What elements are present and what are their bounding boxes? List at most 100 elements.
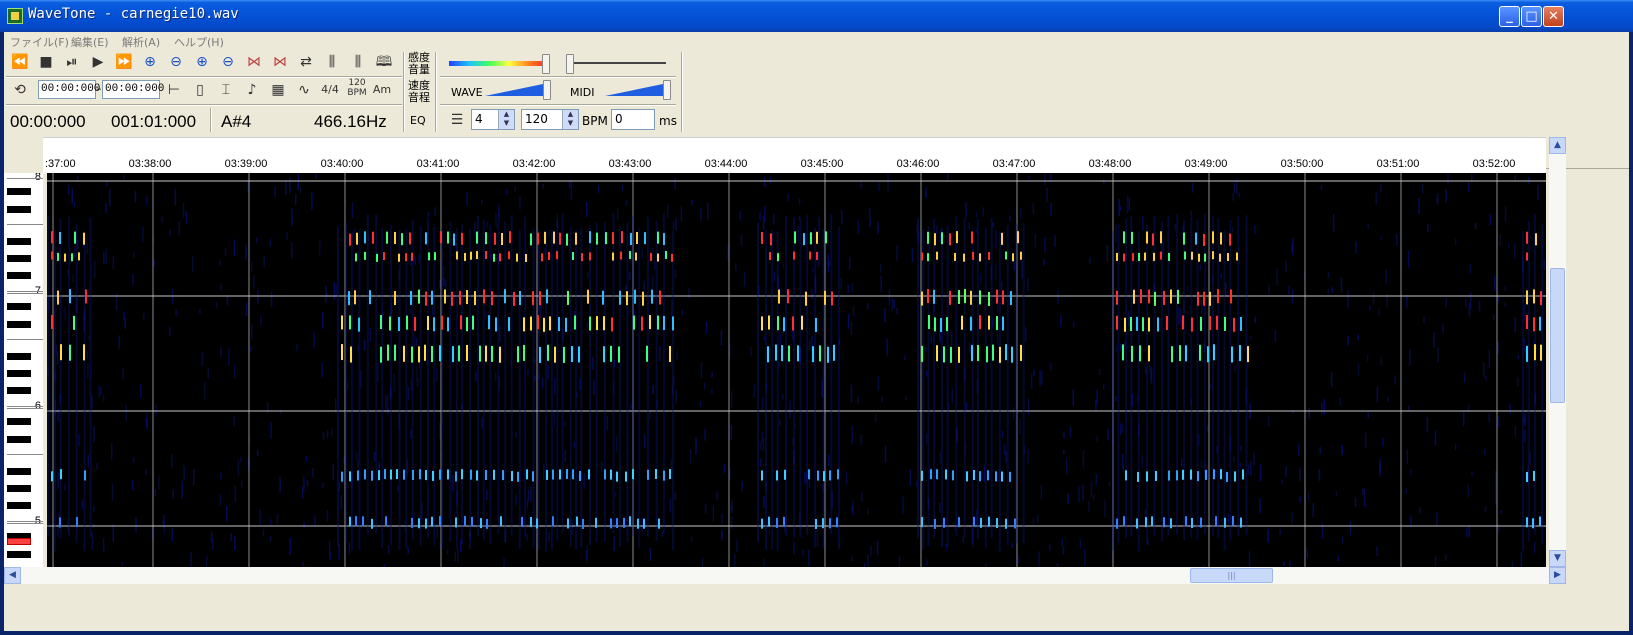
menu-bar: ファイル(F) 編集(E) 解析(A) ヘルプ(H) [4,32,1629,50]
time-tick-label: 03:45:00 [800,158,844,170]
pause-icon[interactable]: ⏯ [62,52,82,72]
app-icon[interactable] [7,8,23,24]
black-key[interactable] [7,485,31,492]
sensitivity-slider[interactable] [542,54,550,74]
scroll-right-button[interactable]: ▶ [1549,567,1566,584]
wave-label: WAVE [451,86,483,99]
scroll-up-button[interactable]: ▲ [1549,137,1566,154]
black-key[interactable] [7,353,31,360]
beats-spinner[interactable]: 4 ▲ ▼ [471,109,515,130]
bpm-button-value: 120 [348,78,366,88]
range-end-input[interactable]: 00:00:000 [102,80,164,99]
fast-forward-icon[interactable]: ⏩ [114,52,134,72]
menu-help[interactable]: ヘルプ(H) [174,34,224,50]
black-key[interactable] [7,387,31,394]
black-key[interactable] [7,370,31,377]
zoom-in-time-icon[interactable]: ⊕ [140,52,160,72]
time-tick-label: :37:00 [45,158,76,170]
bpm-unit: BPM [582,114,608,128]
range-start-input[interactable]: 00:00:000 [38,80,100,99]
horizontal-scrollbar[interactable]: ◀ ||| ▶ [4,567,1566,584]
zoom-out-pitch-icon[interactable]: ⊖ [218,52,238,72]
wave-icon[interactable]: ∿ [294,80,314,100]
menu-analyze[interactable]: 解析(A) [122,34,160,50]
midi-volume-slider[interactable] [663,80,671,100]
key-divider [7,454,43,455]
toolbar-divider [403,52,405,132]
scroll-down-button[interactable]: ▼ [1549,550,1566,567]
measure-readout: 001:01:000 [111,112,197,131]
note-icon[interactable]: ♪ [242,80,262,100]
black-key[interactable] [7,418,31,425]
play-icon[interactable]: ▶ [88,52,108,72]
toolbar-divider [6,104,402,106]
status-bar [4,584,1629,599]
zoom-in-pitch-icon[interactable]: ⊕ [192,52,212,72]
book-icon[interactable]: 🕮 [374,52,394,72]
ms-unit: ms [659,114,677,128]
menu-edit[interactable]: 編集(E) [71,34,109,50]
black-key[interactable] [7,238,31,245]
expand-icon[interactable]: ⋈ [244,52,264,72]
toolbar-divider [681,52,683,132]
black-key[interactable] [7,502,31,509]
swap-icon[interactable]: ⇄ [296,52,316,72]
vertical-scroll-thumb[interactable] [1550,268,1565,403]
black-key[interactable] [7,468,31,475]
latency-input[interactable]: 0 [611,109,655,130]
close-button[interactable]: ✕ [1543,6,1564,27]
latency-value: 0 [615,112,623,126]
note-readout: A#4 [221,112,252,131]
range-dash: – [96,82,102,95]
black-key[interactable] [7,321,31,328]
wave-volume-slider[interactable] [543,80,551,100]
minimize-button[interactable]: _ [1499,6,1520,27]
vertical-scrollbar[interactable]: ▲ ▼ [1549,137,1566,567]
key-button[interactable]: Am [372,80,392,100]
spectrogram-view[interactable] [47,173,1546,567]
channel-c-icon[interactable]: ⫼ [348,52,368,72]
list-icon[interactable]: ☰ [447,110,467,130]
time-readout: 00:00:000 [10,112,86,131]
scroll-left-button[interactable]: ◀ [4,567,21,584]
midi-volume-ramp [605,84,663,96]
black-key[interactable] [7,272,31,279]
black-key[interactable] [7,436,31,443]
rewind-icon[interactable]: ⏪ [10,52,30,72]
stop-icon[interactable]: ■ [36,52,56,72]
minimize-icon: _ [1506,9,1513,24]
pin-icon[interactable]: ▯ [190,80,210,100]
zoom-out-time-icon[interactable]: ⊖ [166,52,186,72]
cursor-icon[interactable]: ⌶ [216,80,236,100]
black-key[interactable] [7,303,31,310]
meter-button[interactable]: 4/4 [320,80,340,100]
black-key[interactable] [7,255,31,262]
bpm-button[interactable]: 120 BPM [346,78,368,98]
bpm-spin-buttons[interactable]: ▲ ▼ [562,110,578,129]
key-divider [7,339,43,340]
timeline-ruler[interactable]: :37:00 03:38:00 03:39:00 03:40:00 03:41:… [43,137,1546,174]
black-key[interactable] [7,551,31,558]
maximize-button[interactable]: □ [1521,6,1542,27]
shrink-icon[interactable]: ⋈ [270,52,290,72]
grid-icon[interactable]: ▦ [268,80,288,100]
bpm-spinner[interactable]: 120 ▲ ▼ [521,109,579,130]
beats-spin-buttons[interactable]: ▲ ▼ [498,110,514,129]
eq-button[interactable]: EQ [410,114,426,127]
title-bar[interactable]: WaveTone - carnegie10.wav _ □ ✕ [0,0,1633,32]
marker-icon[interactable]: ⊢ [164,80,184,100]
channel-l-icon[interactable]: ⫼ [322,52,342,72]
app-window: WaveTone - carnegie10.wav _ □ ✕ ファイル(F) … [0,0,1633,635]
piano-keyboard[interactable]: 8 7 6 5 [4,173,43,567]
loop-icon[interactable]: ⟲ [10,80,30,100]
toolbar-divider [440,76,676,78]
horizontal-scroll-thumb[interactable]: ||| [1190,568,1273,583]
volume-slider[interactable] [566,54,574,74]
toolbar-divider [6,76,402,78]
toolbar-divider [440,104,676,106]
time-tick-label: 03:44:00 [704,158,748,170]
menu-file[interactable]: ファイル(F) [10,34,69,50]
black-key[interactable] [7,206,31,213]
spectrogram-canvas [47,173,1546,567]
black-key[interactable] [7,188,31,195]
